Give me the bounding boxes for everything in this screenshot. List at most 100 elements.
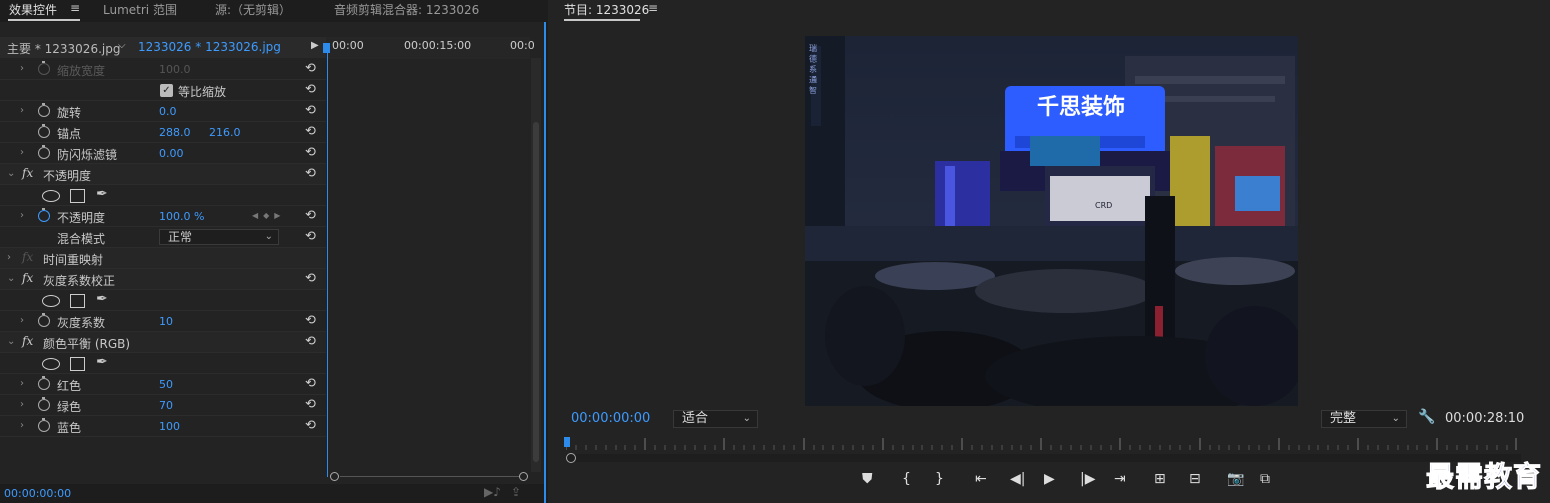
reset-icon[interactable]: ⟲	[305, 145, 316, 160]
rectangle-mask-icon[interactable]	[70, 357, 85, 371]
chevron-right-icon[interactable]: ›	[20, 378, 24, 389]
rectangle-mask-icon[interactable]	[70, 294, 85, 308]
time-ruler[interactable]	[565, 438, 1521, 450]
pen-mask-icon[interactable]: ✒	[96, 291, 108, 307]
reset-icon[interactable]: ⟲	[305, 397, 316, 412]
playback-resolution-select[interactable]: 完整 ⌄	[1321, 410, 1407, 428]
zoom-handle-right[interactable]	[519, 472, 528, 481]
tab-lumetri-scopes[interactable]: Lumetri 范围	[103, 1, 177, 18]
anchor-y-value[interactable]: 216.0	[209, 126, 241, 139]
effect-section-time-remap[interactable]: › fx 时间重映射	[0, 248, 326, 269]
stopwatch-icon[interactable]	[38, 418, 50, 432]
reset-icon[interactable]: ⟲	[305, 334, 316, 349]
reset-icon[interactable]: ⟲	[305, 124, 316, 139]
ellipse-mask-icon[interactable]	[42, 295, 60, 307]
fx-badge-icon[interactable]: fx	[22, 271, 33, 285]
fx-badge-icon[interactable]: fx	[22, 250, 33, 264]
property-value[interactable]: 100.0	[159, 63, 191, 76]
stopwatch-icon[interactable]	[38, 397, 50, 411]
fx-badge-icon[interactable]: fx	[22, 166, 33, 180]
chevron-right-icon[interactable]: ›	[20, 210, 24, 221]
export-frame-icon[interactable]: ⇪	[511, 485, 521, 499]
fx-badge-icon[interactable]: fx	[22, 334, 33, 348]
zoom-level-select[interactable]: 适合 ⌄	[673, 410, 758, 428]
ellipse-mask-icon[interactable]	[42, 358, 60, 370]
uniform-scale-checkbox[interactable]: ✓	[160, 84, 173, 97]
comparison-view-icon[interactable]: ⧉	[1260, 471, 1270, 487]
chevron-right-icon[interactable]: ›	[20, 147, 24, 158]
chevron-down-icon[interactable]: ⌄	[7, 168, 15, 179]
add-marker-icon[interactable]: ⛊	[862, 471, 873, 487]
effect-section-opacity[interactable]: ⌄ fx 不透明度 ⟲	[0, 164, 326, 185]
wrench-settings-icon[interactable]: 🔧	[1418, 409, 1435, 425]
step-forward-icon[interactable]: |▶	[1080, 471, 1095, 487]
current-timecode[interactable]: 00:00:00:00	[4, 487, 71, 500]
chevron-right-icon[interactable]: ›	[20, 63, 24, 74]
reset-icon[interactable]: ⟲	[305, 376, 316, 391]
property-value[interactable]: 100	[159, 420, 180, 433]
chevron-right-icon[interactable]: ›	[20, 420, 24, 431]
chevron-right-icon[interactable]: ›	[20, 315, 24, 326]
stopwatch-icon[interactable]	[38, 103, 50, 117]
panel-menu-icon[interactable]: ≡	[70, 1, 80, 15]
play-icon[interactable]: ▶	[1044, 471, 1055, 487]
property-value[interactable]: 50	[159, 378, 173, 391]
stopwatch-icon[interactable]	[38, 61, 50, 75]
timeline-ruler[interactable]: 00:00 00:00:15:00 00:0	[326, 37, 535, 59]
property-value[interactable]: 10	[159, 315, 173, 328]
video-frame[interactable]: 瑞 德 系 通 智 千思装饰 CRD	[805, 36, 1298, 406]
zoom-handle-left[interactable]	[566, 453, 576, 463]
reset-icon[interactable]: ⟲	[305, 82, 316, 97]
effect-section-gamma[interactable]: ⌄ fx 灰度系数校正 ⟲	[0, 269, 326, 290]
tab-source[interactable]: 源:（无剪辑）	[215, 1, 291, 18]
property-value[interactable]: 0.00	[159, 147, 184, 160]
scrollbar-thumb[interactable]	[533, 122, 539, 462]
reset-icon[interactable]: ⟲	[305, 229, 316, 244]
pen-mask-icon[interactable]: ✒	[96, 354, 108, 370]
vertical-scrollbar[interactable]	[531, 58, 541, 472]
go-to-in-icon[interactable]: ⇤	[975, 471, 987, 487]
tab-audio-clip-mixer[interactable]: 音频剪辑混合器: 1233026	[334, 1, 479, 18]
ellipse-mask-icon[interactable]	[42, 190, 60, 202]
chevron-down-icon[interactable]: ⌄	[7, 336, 15, 347]
property-value[interactable]: 0.0	[159, 105, 177, 118]
reset-icon[interactable]: ⟲	[305, 166, 316, 181]
stopwatch-icon[interactable]	[38, 145, 50, 159]
playhead-handle[interactable]	[564, 437, 570, 447]
panel-menu-icon[interactable]: ≡	[648, 1, 658, 15]
play-only-audio-icon[interactable]: ▶	[311, 40, 319, 51]
reset-icon[interactable]: ⟲	[305, 208, 316, 223]
zoom-scrollbar[interactable]	[566, 454, 1521, 462]
tab-effect-controls[interactable]: 效果控件	[9, 1, 57, 18]
reset-icon[interactable]: ⟲	[305, 313, 316, 328]
timeline-zoom-scrollbar[interactable]	[330, 470, 530, 482]
property-value[interactable]: 100.0 %	[159, 210, 204, 223]
lift-icon[interactable]: ⊞	[1154, 471, 1166, 487]
stopwatch-icon[interactable]	[38, 313, 50, 327]
reset-icon[interactable]: ⟲	[305, 418, 316, 433]
reset-icon[interactable]: ⟲	[305, 271, 316, 286]
blend-mode-select[interactable]: 正常 ⌄	[159, 229, 279, 245]
pen-mask-icon[interactable]: ✒	[96, 186, 108, 202]
chevron-right-icon[interactable]: ›	[20, 399, 24, 410]
program-monitor-title[interactable]: 节目: 1233026	[564, 1, 649, 18]
sequence-clip-label[interactable]: 1233026 * 1233026.jpg	[138, 40, 281, 54]
step-back-icon[interactable]: ◀|	[1010, 471, 1025, 487]
export-frame-icon[interactable]: 📷	[1227, 471, 1244, 487]
filter-audio-icon[interactable]: ▶♪	[484, 485, 501, 499]
playhead-handle[interactable]	[323, 43, 330, 53]
stopwatch-icon[interactable]	[38, 124, 50, 138]
rectangle-mask-icon[interactable]	[70, 189, 85, 203]
anchor-x-value[interactable]: 288.0	[159, 126, 191, 139]
playhead-line[interactable]	[327, 47, 328, 477]
zoom-handle-left[interactable]	[330, 472, 339, 481]
reset-icon[interactable]: ⟲	[305, 103, 316, 118]
master-clip-label[interactable]: 主要 * 1233026.jpg	[7, 40, 120, 57]
chevron-down-icon[interactable]: ⌄	[7, 273, 15, 284]
mark-in-icon[interactable]: {	[902, 471, 911, 487]
property-value[interactable]: 70	[159, 399, 173, 412]
mark-out-icon[interactable]: }	[935, 471, 944, 487]
keyframe-navigator-icon[interactable]: ◀◆▶	[252, 211, 285, 220]
go-to-out-icon[interactable]: ⇥	[1114, 471, 1126, 487]
chevron-right-icon[interactable]: ›	[20, 105, 24, 116]
